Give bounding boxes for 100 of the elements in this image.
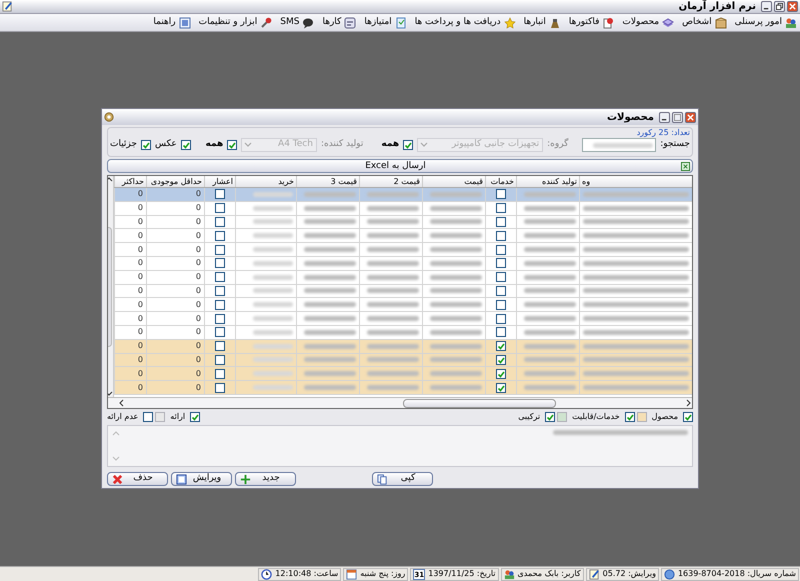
table-cell: 0 (138, 230, 143, 242)
checkbox[interactable] (496, 244, 506, 255)
checkbox[interactable] (496, 216, 506, 227)
minimize-button[interactable] (659, 112, 670, 122)
menu-item[interactable]: امتیازها (364, 16, 407, 30)
minimize-button[interactable] (761, 1, 772, 12)
blurred-value (524, 344, 576, 349)
column-header[interactable]: خدمات (485, 176, 516, 187)
box-icon (714, 16, 727, 28)
scroll-right-icon (684, 399, 692, 407)
checkbox[interactable] (227, 140, 238, 150)
menu-item[interactable]: فاکتورها (568, 16, 614, 30)
search-field[interactable] (582, 138, 656, 152)
checkbox[interactable] (496, 354, 506, 365)
checkbox[interactable] (496, 189, 506, 200)
action-button[interactable]: کپی (372, 472, 433, 486)
checkbox[interactable] (496, 341, 506, 352)
checkbox[interactable] (215, 300, 225, 310)
blurred-value (524, 385, 576, 390)
column-header[interactable]: خرید (235, 176, 296, 187)
column-header[interactable]: اعشار (204, 176, 235, 187)
column-header[interactable]: قیمت (422, 176, 485, 187)
blurred-value (253, 274, 293, 280)
table-cell: 0 (196, 340, 201, 352)
column-header[interactable]: قیمت 2 (359, 176, 422, 187)
blurred-value (304, 288, 356, 294)
pencil-icon (588, 568, 600, 580)
menu-item[interactable]: امور پرسنلی (734, 16, 797, 30)
menu-item[interactable]: SMS (280, 16, 314, 30)
checkbox[interactable] (215, 341, 225, 352)
status-text: ساعت: 12:10:48 (275, 568, 338, 580)
blurred-value (304, 371, 356, 376)
checkbox[interactable] (215, 272, 225, 282)
checkbox[interactable] (624, 412, 635, 422)
checkbox[interactable] (215, 354, 225, 365)
menu-item[interactable]: اشخاص (682, 16, 727, 30)
checkbox[interactable] (545, 412, 556, 422)
checkbox[interactable] (215, 286, 225, 296)
blurred-value (304, 316, 356, 322)
checkbox[interactable] (496, 382, 506, 393)
check-icon (404, 141, 412, 149)
checkbox[interactable] (215, 258, 225, 268)
close-button[interactable] (787, 1, 798, 12)
restore-icon (776, 3, 783, 10)
action-button[interactable]: حذف (107, 472, 168, 486)
checkbox[interactable] (683, 412, 693, 422)
blurred-value (524, 371, 576, 376)
check-icon (626, 413, 634, 421)
menu-item[interactable]: انبارها (524, 16, 561, 30)
checkbox[interactable] (496, 300, 506, 310)
checkbox[interactable] (140, 140, 151, 150)
menu-item[interactable]: دریافت ها و پرداخت ها (414, 16, 516, 30)
checkbox[interactable] (215, 314, 225, 324)
checkbox[interactable] (496, 314, 506, 324)
menu-item[interactable]: کارها (322, 16, 356, 30)
checkbox[interactable] (215, 382, 225, 393)
checkbox[interactable] (496, 203, 506, 214)
checkbox[interactable] (496, 286, 506, 296)
checkbox[interactable] (143, 412, 154, 422)
clock-icon (261, 568, 272, 580)
checkbox[interactable] (215, 203, 225, 214)
blurred-value (524, 302, 576, 308)
checkbox[interactable] (190, 412, 200, 422)
table-cell: 0 (196, 271, 201, 284)
menu-item[interactable]: ابزار و تنظیمات (198, 16, 272, 30)
column-header[interactable]: وه (579, 176, 692, 187)
column-header[interactable]: تولید کننده (516, 176, 579, 187)
column-header[interactable]: حداقل موجودی (146, 176, 204, 187)
checkbox[interactable] (496, 258, 506, 268)
checkbox[interactable] (496, 230, 506, 241)
checkbox[interactable] (215, 368, 225, 379)
checkbox[interactable] (215, 244, 225, 255)
maximize-button[interactable] (672, 112, 683, 122)
checkbox[interactable] (215, 230, 225, 241)
column-header[interactable]: قیمت 3 (296, 176, 359, 187)
checkbox[interactable] (496, 327, 506, 338)
checkbox[interactable] (215, 189, 225, 200)
blurred-value (524, 219, 576, 224)
checkbox[interactable] (215, 327, 225, 338)
table-cell: 0 (196, 298, 201, 311)
close-button[interactable] (685, 112, 696, 122)
table-cell: 0 (196, 326, 201, 338)
action-button[interactable]: جدید (235, 472, 296, 486)
horizontal-scrollbar[interactable] (108, 397, 692, 408)
restore-button[interactable] (774, 1, 785, 12)
blurred-value (524, 247, 576, 252)
checkbox[interactable] (215, 216, 225, 227)
checkbox[interactable] (496, 368, 506, 379)
checkbox[interactable] (403, 140, 414, 150)
action-button[interactable]: ویرایش (171, 472, 232, 486)
menu-item[interactable]: راهنما (153, 16, 191, 30)
blurred-value (253, 192, 293, 197)
checkbox[interactable] (180, 140, 191, 150)
blurred-value (524, 316, 576, 322)
menu-item[interactable]: محصولات (622, 16, 674, 30)
blurred-value (593, 142, 654, 148)
blurred-value (367, 192, 419, 197)
excel-button[interactable]: ارسال به Excel (107, 159, 693, 173)
table-cell: 0 (138, 354, 143, 366)
checkbox[interactable] (496, 272, 506, 282)
